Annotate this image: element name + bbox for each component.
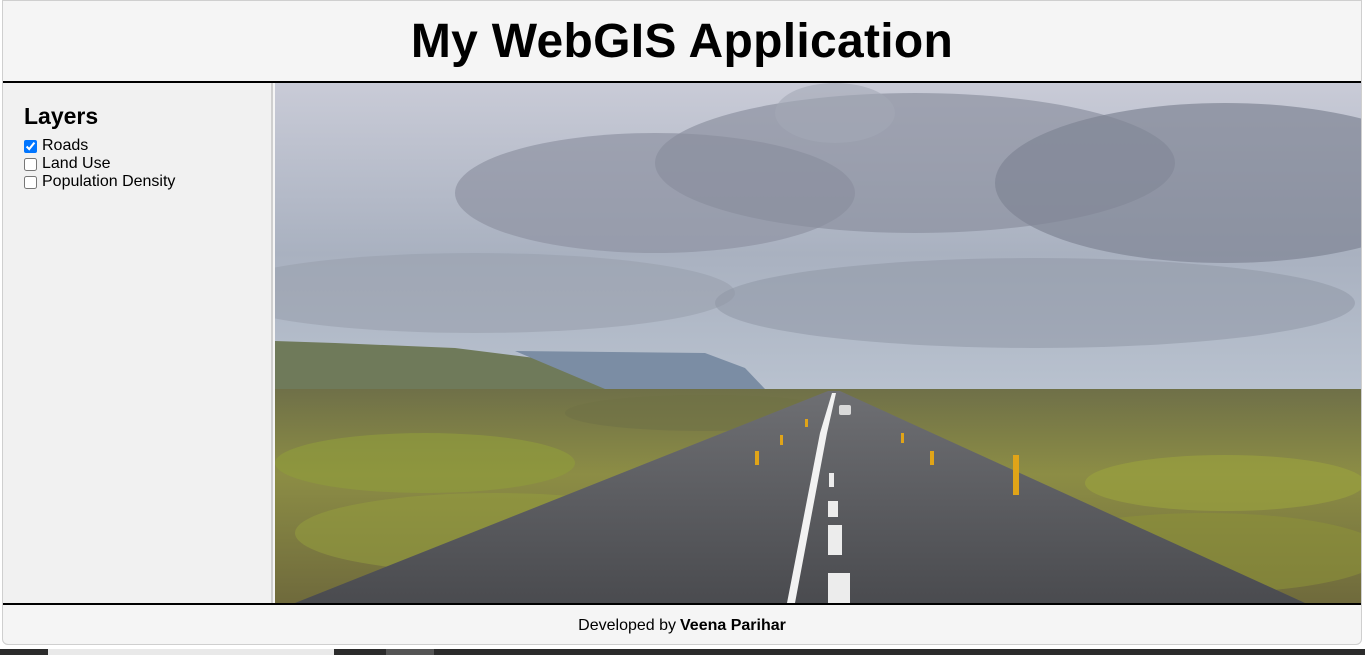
road-landscape-image [275, 83, 1361, 603]
layers-sidebar: Layers Roads Land Use Population Density [3, 83, 273, 603]
layer-item-land-use[interactable]: Land Use [24, 155, 271, 173]
map-view[interactable] [275, 83, 1361, 603]
layer-checkbox-land-use[interactable] [24, 157, 37, 171]
page-title: My WebGIS Application [410, 14, 954, 68]
taskbar-item[interactable] [386, 649, 434, 655]
layer-checkbox-population-density[interactable] [24, 175, 37, 189]
footer-prefix: Developed by [578, 616, 676, 634]
layer-item-population-density[interactable]: Population Density [24, 173, 271, 191]
footer-author: Veena Parihar [680, 616, 786, 634]
layer-item-roads[interactable]: Roads [24, 137, 271, 155]
layer-label: Population Density [42, 173, 176, 190]
app-header: My WebGIS Application [3, 1, 1361, 83]
app-footer: Developed by Veena Parihar [3, 603, 1361, 644]
app-window: My WebGIS Application Layers Roads Land … [2, 0, 1362, 645]
taskbar [0, 649, 1365, 655]
layers-title: Layers [24, 103, 99, 129]
layer-label: Land Use [42, 155, 111, 172]
layer-label: Roads [42, 137, 89, 154]
layer-checkbox-roads[interactable] [24, 139, 37, 153]
taskbar-item[interactable] [48, 649, 334, 655]
